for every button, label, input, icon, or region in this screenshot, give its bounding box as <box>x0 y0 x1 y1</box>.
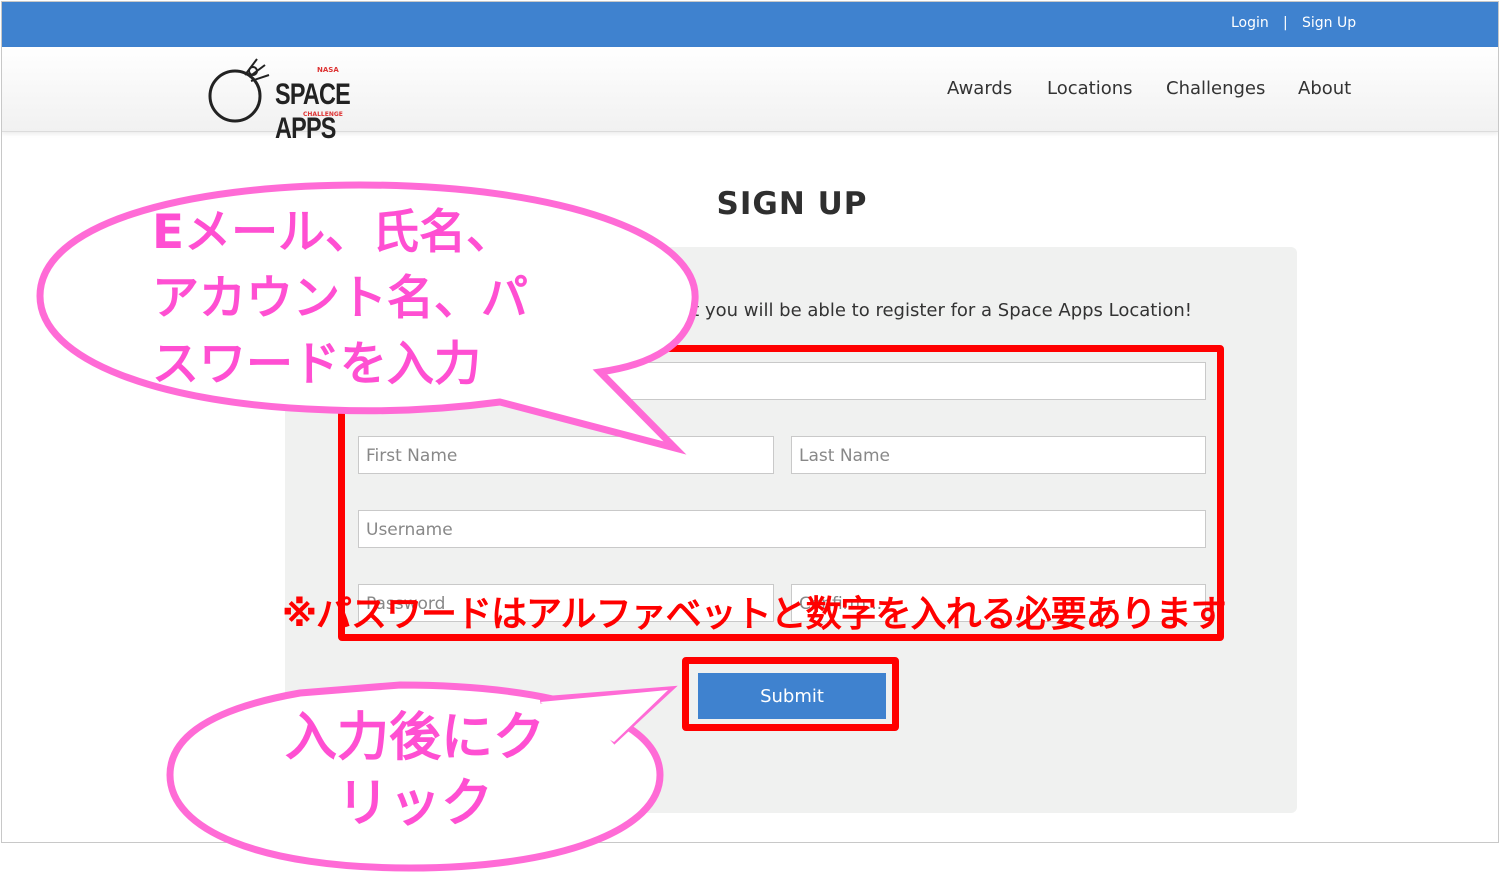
bubble-top-line: Eメール、氏名、 <box>152 205 514 260</box>
bubble-top-text: Eメール、氏名、 アカウント名、パ スワードを入力 <box>152 200 528 398</box>
bubble-bottom-line: 入力後にク <box>284 708 545 768</box>
password-note: ※パスワードはアルファベットと数字を入れる必要あります <box>282 594 1227 635</box>
bubble-bottom-text: 入力後にク リック <box>270 705 560 837</box>
bubble-top-line: スワードを入力 <box>152 337 481 392</box>
bubble-top-line: アカウント名、パ <box>152 271 528 326</box>
speech-bubbles <box>36 181 699 872</box>
bubble-bottom-line: リック <box>336 774 493 834</box>
